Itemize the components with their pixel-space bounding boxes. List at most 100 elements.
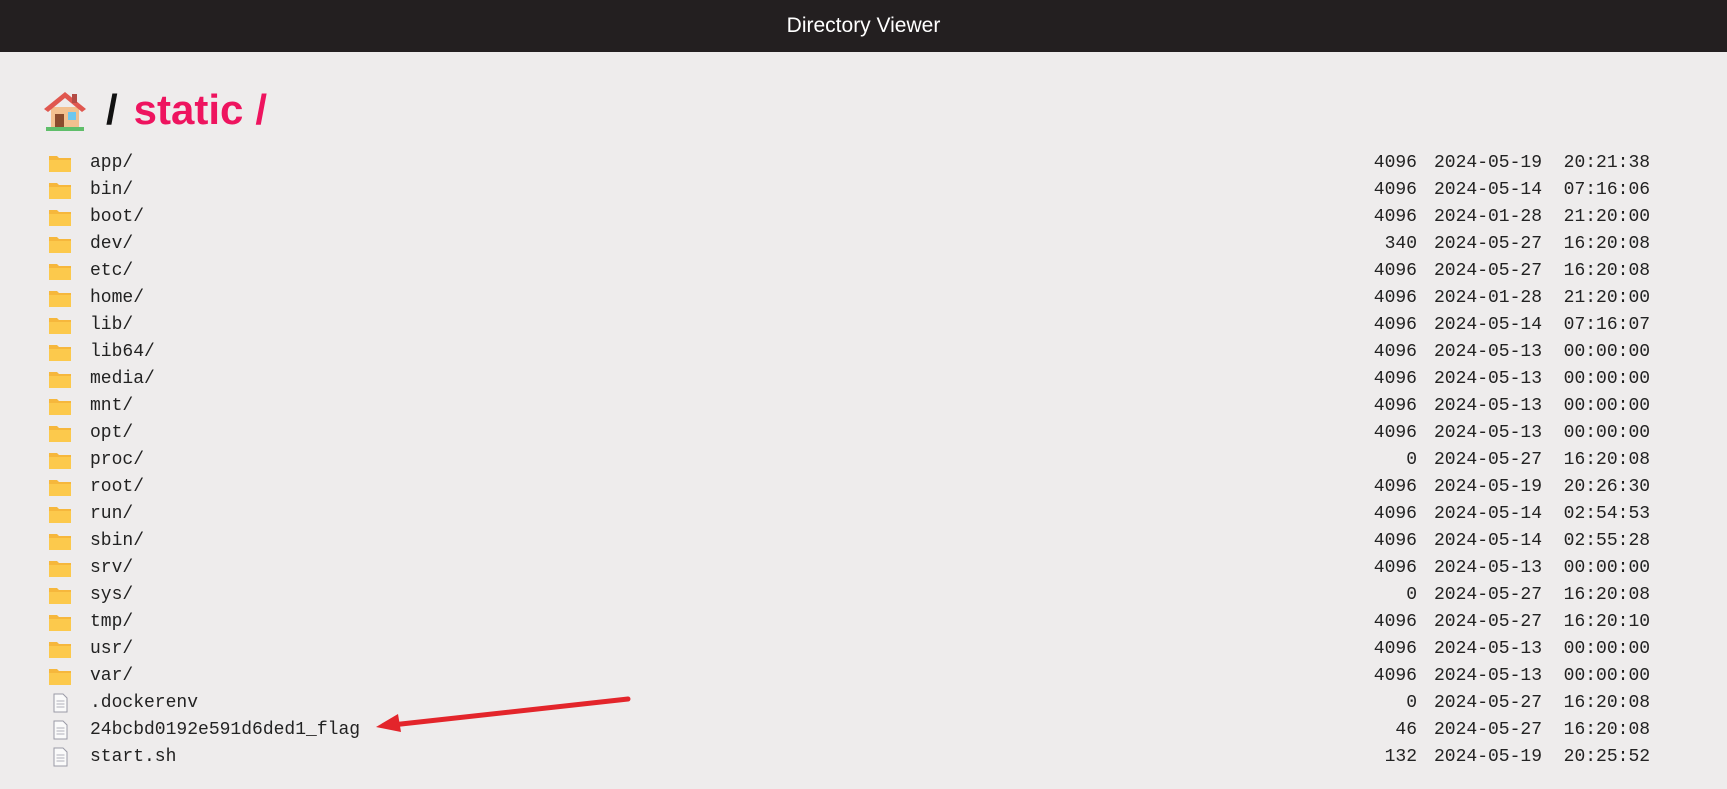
entry-modified: 2024-05-14 02:54:53: [1434, 504, 1650, 524]
file-row[interactable]: .dockerenv 0 2024-05-27 16:20:08: [0, 690, 1727, 717]
folder-row[interactable]: usr/4096 2024-05-13 00:00:00: [0, 636, 1727, 663]
entry-date: 2024-05-19: [1434, 477, 1543, 497]
entry-name[interactable]: mnt/: [90, 396, 133, 416]
entry-size: 4096: [1373, 531, 1417, 551]
entry-name[interactable]: app/: [90, 153, 133, 173]
folder-icon: [48, 585, 72, 605]
entry-name[interactable]: opt/: [90, 423, 133, 443]
entry-date: 2024-05-27: [1434, 720, 1543, 740]
folder-icon: [48, 477, 72, 497]
folder-icon: [48, 504, 72, 524]
entry-time: 07:16:06: [1563, 180, 1651, 200]
folder-row[interactable]: opt/4096 2024-05-13 00:00:00: [0, 420, 1727, 447]
entry-modified: 2024-05-13 00:00:00: [1434, 639, 1650, 659]
entry-size: 4096: [1373, 315, 1417, 335]
entry-name[interactable]: proc/: [90, 450, 144, 470]
entry-size: 4096: [1373, 207, 1417, 227]
entry-time: 16:20:08: [1563, 450, 1651, 470]
folder-row[interactable]: proc/0 2024-05-27 16:20:08: [0, 447, 1727, 474]
folder-icon: [48, 639, 72, 659]
entry-size: 4096: [1373, 666, 1417, 686]
entry-name[interactable]: run/: [90, 504, 133, 524]
entry-size: 4096: [1373, 396, 1417, 416]
house-icon[interactable]: [42, 87, 88, 133]
folder-icon: [48, 450, 72, 470]
folder-row[interactable]: media/4096 2024-05-13 00:00:00: [0, 366, 1727, 393]
file-icon: [48, 693, 72, 713]
entry-time: 00:00:00: [1563, 639, 1651, 659]
file-row[interactable]: start.sh 132 2024-05-19 20:25:52: [0, 744, 1727, 771]
folder-icon: [48, 261, 72, 281]
entry-time: 20:21:38: [1563, 153, 1651, 173]
folder-row[interactable]: var/4096 2024-05-13 00:00:00: [0, 663, 1727, 690]
folder-row[interactable]: bin/4096 2024-05-14 07:16:06: [0, 177, 1727, 204]
entry-time: 00:00:00: [1563, 396, 1651, 416]
entry-name[interactable]: root/: [90, 477, 144, 497]
entry-time: 16:20:08: [1563, 261, 1651, 281]
folder-row[interactable]: srv/4096 2024-05-13 00:00:00: [0, 555, 1727, 582]
entry-size: 4096: [1373, 639, 1417, 659]
folder-row[interactable]: etc/4096 2024-05-27 16:20:08: [0, 258, 1727, 285]
folder-icon: [48, 666, 72, 686]
entry-name[interactable]: .dockerenv: [90, 693, 198, 713]
entry-name[interactable]: lib/: [90, 315, 133, 335]
file-icon: [48, 747, 72, 767]
entry-name[interactable]: sys/: [90, 585, 133, 605]
entry-time: 16:20:08: [1563, 693, 1651, 713]
entry-name[interactable]: boot/: [90, 207, 144, 227]
entry-size: 4096: [1373, 612, 1417, 632]
entry-name[interactable]: bin/: [90, 180, 133, 200]
entry-modified: 2024-05-27 16:20:08: [1434, 261, 1650, 281]
file-row[interactable]: 24bcbd0192e591d6ded1_flag 46 2024-05-27 16…: [0, 717, 1727, 744]
entry-time: 02:54:53: [1563, 504, 1651, 524]
entry-time: 02:55:28: [1563, 531, 1651, 551]
entry-name[interactable]: media/: [90, 369, 155, 389]
entry-date: 2024-05-27: [1434, 234, 1543, 254]
entry-date: 2024-05-13: [1434, 369, 1543, 389]
folder-row[interactable]: lib/4096 2024-05-14 07:16:07: [0, 312, 1727, 339]
entry-size: 4096: [1373, 558, 1417, 578]
folder-icon: [48, 234, 72, 254]
folder-row[interactable]: home/4096 2024-01-28 21:20:00: [0, 285, 1727, 312]
entry-name[interactable]: home/: [90, 288, 144, 308]
folder-row[interactable]: sys/0 2024-05-27 16:20:08: [0, 582, 1727, 609]
entry-name[interactable]: start.sh: [90, 747, 176, 767]
folder-icon: [48, 315, 72, 335]
folder-row[interactable]: sbin/4096 2024-05-14 02:55:28: [0, 528, 1727, 555]
entry-time: 00:00:00: [1563, 666, 1651, 686]
folder-icon: [48, 369, 72, 389]
entry-name[interactable]: usr/: [90, 639, 133, 659]
entry-date: 2024-05-13: [1434, 666, 1543, 686]
folder-row[interactable]: root/4096 2024-05-19 20:26:30: [0, 474, 1727, 501]
folder-row[interactable]: app/4096 2024-05-19 20:21:38: [0, 150, 1727, 177]
folder-icon: [48, 207, 72, 227]
entry-name[interactable]: lib64/: [90, 342, 155, 362]
breadcrumb-current-dir[interactable]: static: [134, 86, 244, 134]
entry-name[interactable]: tmp/: [90, 612, 133, 632]
entry-modified: 2024-05-13 00:00:00: [1434, 423, 1650, 443]
entry-modified: 2024-05-27 16:20:08: [1434, 720, 1650, 740]
entry-name[interactable]: etc/: [90, 261, 133, 281]
entry-name[interactable]: srv/: [90, 558, 133, 578]
entry-date: 2024-05-19: [1434, 747, 1543, 767]
entry-name[interactable]: sbin/: [90, 531, 144, 551]
entry-size: 0: [1406, 450, 1417, 470]
entry-date: 2024-05-27: [1434, 612, 1543, 632]
folder-row[interactable]: boot/4096 2024-01-28 21:20:00: [0, 204, 1727, 231]
folder-row[interactable]: lib64/4096 2024-05-13 00:00:00: [0, 339, 1727, 366]
folder-row[interactable]: tmp/4096 2024-05-27 16:20:10: [0, 609, 1727, 636]
entry-date: 2024-05-14: [1434, 504, 1543, 524]
entry-time: 07:16:07: [1563, 315, 1651, 335]
entry-name[interactable]: dev/: [90, 234, 133, 254]
breadcrumb-root-separator[interactable]: /: [106, 86, 118, 134]
entry-date: 2024-05-27: [1434, 450, 1543, 470]
entry-time: 16:20:08: [1563, 234, 1651, 254]
entry-date: 2024-05-27: [1434, 585, 1543, 605]
entry-name[interactable]: var/: [90, 666, 133, 686]
entry-size: 4096: [1373, 288, 1417, 308]
folder-row[interactable]: run/4096 2024-05-14 02:54:53: [0, 501, 1727, 528]
folder-row[interactable]: dev/340 2024-05-27 16:20:08: [0, 231, 1727, 258]
folder-row[interactable]: mnt/4096 2024-05-13 00:00:00: [0, 393, 1727, 420]
entry-size: 4096: [1373, 180, 1417, 200]
entry-name[interactable]: 24bcbd0192e591d6ded1_flag: [90, 720, 360, 740]
